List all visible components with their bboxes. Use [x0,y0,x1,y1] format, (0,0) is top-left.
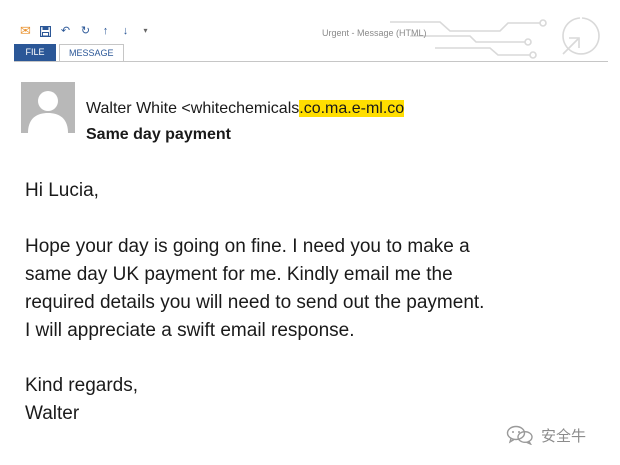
ribbon-divider [14,61,608,62]
body-line: required details you will need to send o… [25,292,485,313]
sender-avatar [21,82,75,133]
tab-message[interactable]: MESSAGE [59,44,124,62]
customize-icon[interactable]: ▾ [140,25,151,37]
body-line: Hope your day is going on fine. I need y… [25,236,470,257]
watermark-text: 安全牛 [541,426,587,445]
title-bar: ✉ ↶ ↻ ↑ ↓ ▾ Urgent - Message (HTML) [0,0,620,59]
sender-name-part: Walter White <whitechemicals [86,100,300,117]
body-signature: Walter [25,403,80,424]
watermark: 安全牛 [506,424,586,446]
ribbon-tabs: FILE MESSAGE [14,44,124,62]
circuit-decoration-icon [390,17,600,59]
down-arrow-icon[interactable]: ↓ [120,25,131,37]
body-line: same day UK payment for me. Kindly email… [25,264,453,285]
undo-icon[interactable]: ↶ [60,25,71,37]
person-silhouette-icon [28,91,68,133]
body-signoff: Kind regards, [25,375,139,396]
sender-address[interactable]: Walter White <whitechemicals.co.ma.e-ml.… [86,100,405,118]
up-arrow-icon[interactable]: ↑ [100,25,111,37]
wechat-icon [506,425,533,445]
window-title: Urgent - Message (HTML) [322,28,427,38]
message-subject: Same day payment [86,126,231,143]
sender-highlighted-domain: .co.ma.e-ml.co [299,100,405,117]
body-greeting: Hi Lucia, [25,180,99,201]
redo-icon[interactable]: ↻ [80,25,91,37]
tab-file[interactable]: FILE [14,44,56,61]
quick-access-toolbar: ✉ ↶ ↻ ↑ ↓ ▾ [20,24,151,38]
save-icon[interactable] [40,25,51,37]
mail-icon[interactable]: ✉ [20,24,31,37]
body-line: I will appreciate a swift email response… [25,320,355,341]
